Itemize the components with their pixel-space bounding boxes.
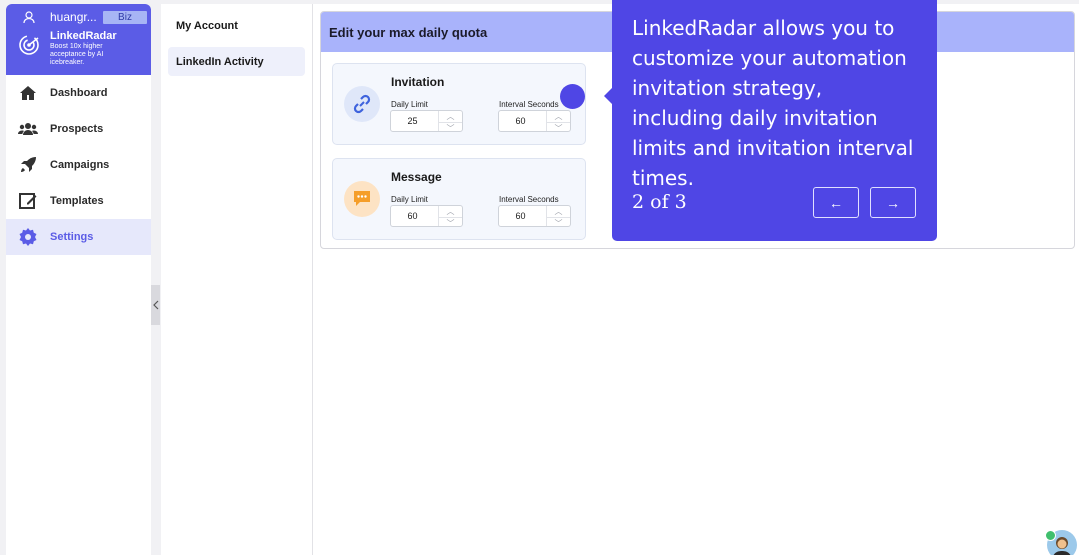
- sidebar-item-label: Settings: [50, 231, 94, 243]
- message-card: Message Daily Limit 60 ︿ ﹀ Interval Secon…: [332, 158, 586, 240]
- daily-limit-label: Daily Limit: [391, 100, 428, 109]
- settings-subnav: My Account LinkedIn Activity: [161, 4, 313, 555]
- chevron-up-icon[interactable]: ︿: [439, 111, 462, 123]
- tour-highlight-dot: [560, 84, 585, 109]
- sidebar-item-label: Prospects: [50, 123, 104, 135]
- gear-icon: [18, 227, 38, 247]
- chevron-up-icon[interactable]: ︿: [547, 111, 570, 123]
- radar-logo-icon: [19, 35, 39, 55]
- tour-prev-button[interactable]: ←: [813, 187, 859, 218]
- message-interval-stepper[interactable]: 60 ︿ ﹀: [498, 205, 571, 229]
- chevron-down-icon[interactable]: ﹀: [547, 218, 570, 229]
- sidebar-item-label: Campaigns: [50, 159, 110, 171]
- sidebar-item-campaigns[interactable]: Campaigns: [6, 147, 151, 183]
- chevron-left-icon: [152, 300, 158, 310]
- brand-tagline: Boost 10x higher acceptance by AI icebre…: [50, 43, 104, 66]
- plan-badge: Biz: [103, 11, 147, 24]
- chevron-down-icon[interactable]: ﹀: [547, 123, 570, 134]
- chevron-up-icon[interactable]: ︿: [439, 206, 462, 218]
- online-status-icon: [1045, 530, 1056, 541]
- chevron-up-icon[interactable]: ︿: [547, 206, 570, 218]
- invitation-title: Invitation: [391, 75, 445, 89]
- invitation-card: Invitation Daily Limit 25 ︿ ﹀ Interval Se…: [332, 63, 586, 145]
- chat-icon: [344, 181, 380, 217]
- sidebar: huangr... Biz LinkedRadar Boost 10x high…: [6, 4, 151, 555]
- tour-next-button[interactable]: →: [870, 187, 916, 218]
- sidebar-item-settings[interactable]: Settings: [6, 219, 151, 255]
- brand-name: LinkedRadar: [50, 30, 117, 42]
- tab-my-account[interactable]: My Account: [168, 11, 305, 40]
- tour-text: LinkedRadar allows you to customize your…: [632, 16, 914, 190]
- stepper-value[interactable]: 25: [391, 111, 438, 131]
- message-title: Message: [391, 170, 442, 184]
- interval-seconds-label: Interval Seconds: [499, 100, 559, 109]
- user-name: huangr...: [50, 10, 97, 24]
- daily-limit-label: Daily Limit: [391, 195, 428, 204]
- arrow-left-icon: ←: [829, 194, 843, 211]
- arrow-right-icon: →: [886, 194, 900, 211]
- link-icon: [344, 86, 380, 122]
- sidebar-item-templates[interactable]: Templates: [6, 183, 151, 219]
- message-daily-limit-stepper[interactable]: 60 ︿ ﹀: [390, 205, 463, 229]
- stepper-value[interactable]: 60: [391, 206, 438, 226]
- chevron-down-icon[interactable]: ﹀: [439, 123, 462, 134]
- invitation-interval-stepper[interactable]: 60 ︿ ﹀: [498, 110, 571, 134]
- chevron-down-icon[interactable]: ﹀: [439, 218, 462, 229]
- sidebar-item-label: Templates: [50, 195, 104, 207]
- tour-tooltip: LinkedRadar allows you to customize your…: [604, 0, 937, 241]
- tab-linkedin-activity[interactable]: LinkedIn Activity: [168, 47, 305, 76]
- tour-step-counter: 2 of 3: [632, 191, 687, 213]
- sidebar-item-dashboard[interactable]: Dashboard: [6, 75, 151, 111]
- rocket-icon: [18, 155, 38, 175]
- stepper-value[interactable]: 60: [499, 206, 546, 226]
- sidebar-item-label: Dashboard: [50, 87, 108, 99]
- users-icon: [18, 119, 38, 139]
- sidebar-item-prospects[interactable]: Prospects: [6, 111, 151, 147]
- sidebar-collapse-handle[interactable]: [151, 285, 160, 325]
- invitation-daily-limit-stepper[interactable]: 25 ︿ ﹀: [390, 110, 463, 134]
- user-icon: [23, 11, 35, 24]
- sidebar-nav: Dashboard Prospects Campaigns Templates …: [6, 75, 151, 255]
- interval-seconds-label: Interval Seconds: [499, 195, 559, 204]
- brand-header: huangr... Biz LinkedRadar Boost 10x high…: [6, 4, 151, 75]
- stepper-value[interactable]: 60: [499, 111, 546, 131]
- home-icon: [18, 83, 38, 103]
- edit-icon: [18, 191, 38, 211]
